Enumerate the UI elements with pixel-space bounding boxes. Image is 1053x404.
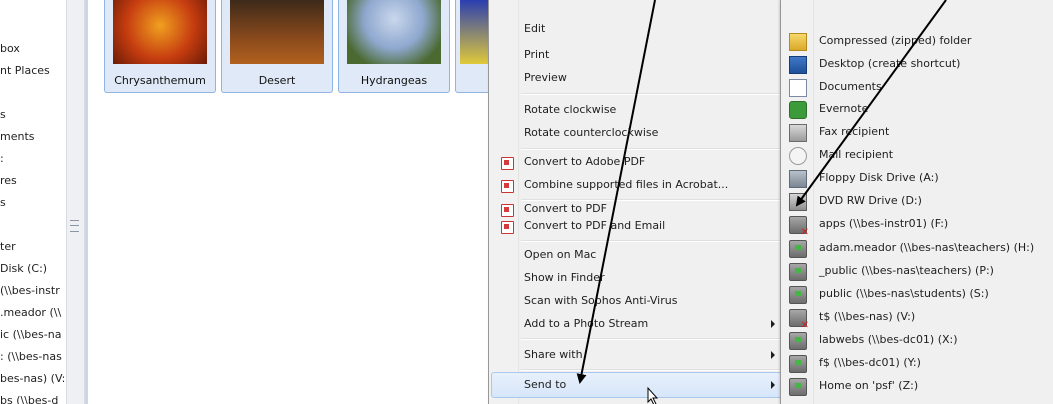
menu-item-rotate-counterclockwise[interactable]: Rotate counterclockwise [524,122,658,144]
menu-item-scan-sophos[interactable]: Scan with Sophos Anti-Virus [524,290,677,312]
file-name: Desert [258,74,296,87]
chrysanthemum-image [113,0,207,64]
file-thumbnail[interactable]: Chrysanthemum [104,0,216,93]
network-drive-icon [789,378,807,396]
menu-item-send-to[interactable]: Send to [524,374,566,396]
hydrangeas-image [347,0,441,64]
convert-pdf-icon [501,204,514,217]
nav-item[interactable]: (\\bes-instr [0,284,60,297]
fax-icon [789,124,807,142]
network-drive-disconnected-icon [789,309,809,331]
file-thumbnail[interactable]: Desert [221,0,333,93]
send-to-f-drive[interactable]: f$ (\\bes-dc01) (Y:) [819,352,921,374]
menu-item-print[interactable]: Print [524,44,549,66]
nav-item[interactable]: Disk (C:) [0,262,47,275]
network-drive-icon [789,286,807,304]
menu-separator [521,338,783,340]
network-drive-icon [789,263,807,281]
nav-item[interactable]: box [0,42,20,55]
menu-item-edit[interactable]: Edit [524,22,545,36]
send-to-submenu: Compressed (zipped) folder Desktop (crea… [780,0,1053,404]
nav-item[interactable]: nt Places [0,64,50,77]
menu-item-share-with[interactable]: Share with [524,344,583,366]
menu-item-preview[interactable]: Preview [524,67,567,89]
submenu-arrow-icon [771,351,775,359]
file-thumbnail[interactable]: Hydrangeas [338,0,450,93]
submenu-arrow-icon [771,381,775,389]
menu-item-open-on-mac[interactable]: Open on Mac [524,244,596,266]
nav-item[interactable]: : (\\bes-nas [0,350,62,363]
pane-border [85,0,88,404]
nav-item[interactable]: s [0,196,6,209]
nav-item[interactable]: s [0,108,6,121]
menu-separator [521,369,783,371]
nav-item[interactable]: .meador (\\ [0,306,61,319]
menu-separator [521,93,783,95]
network-drive-icon [789,332,807,350]
file-name: Hydrangeas [360,74,428,87]
nav-item[interactable]: : [0,152,4,165]
send-to-labwebs-drive[interactable]: labwebs (\\bes-dc01) (X:) [819,329,958,351]
send-to-dvd-drive[interactable]: DVD RW Drive (D:) [819,190,922,212]
network-drive-icon [789,240,807,258]
send-to-compressed-folder[interactable]: Compressed (zipped) folder [819,30,971,52]
send-to-floppy-drive[interactable]: Floppy Disk Drive (A:) [819,167,939,189]
menu-item-rotate-clockwise[interactable]: Rotate clockwise [524,99,616,121]
menu-item-convert-to-adobe-pdf[interactable]: Convert to Adobe PDF [524,151,645,173]
network-drive-disconnected-icon [789,216,809,238]
send-to-adam-meador-drive[interactable]: adam.meador (\\bes-nas\teachers) (H:) [819,237,1034,259]
send-to-desktop[interactable]: Desktop (create shortcut) [819,53,960,75]
convert-pdf-email-icon [501,221,514,234]
zip-folder-icon [789,33,807,51]
send-to-t-drive[interactable]: t$ (\\bes-nas) (V:) [819,306,915,328]
menu-separator [521,240,783,242]
file-name: Chrysanthemum [114,74,206,87]
nav-item[interactable]: res [0,174,17,187]
menu-item-add-to-photo-stream[interactable]: Add to a Photo Stream [524,313,648,335]
send-to-home-psf-drive[interactable]: Home on 'psf' (Z:) [819,375,918,397]
network-drive-icon [789,355,807,373]
acrobat-combine-icon [501,180,514,193]
send-to-documents[interactable]: Documents [819,76,882,98]
splitter-grip-icon[interactable] [70,220,79,232]
floppy-drive-icon [789,170,807,188]
menu-item-show-in-finder[interactable]: Show in Finder [524,267,605,289]
menu-separator [521,148,783,150]
send-to-public-teachers-drive[interactable]: _public (\\bes-nas\teachers) (P:) [819,260,994,282]
send-to-public-students-drive[interactable]: public (\\bes-nas\students) (S:) [819,283,989,305]
send-to-apps-drive[interactable]: apps (\\bes-instr01) (F:) [819,213,948,235]
nav-splitter[interactable] [66,0,85,404]
submenu-arrow-icon [771,320,775,328]
nav-item[interactable]: ter [0,240,16,253]
desktop-icon [789,56,807,74]
mail-icon [789,147,807,165]
menu-item-combine-in-acrobat[interactable]: Combine supported files in Acrobat... [524,174,728,196]
send-to-evernote[interactable]: Evernote [819,98,868,120]
send-to-fax-recipient[interactable]: Fax recipient [819,121,889,143]
dvd-drive-icon [789,193,807,211]
adobe-pdf-icon [501,157,514,170]
nav-item[interactable]: ments [0,130,35,143]
nav-item[interactable]: bs (\\bes-d [0,394,58,404]
menu-icon-gutter [489,0,519,404]
documents-icon [789,79,807,97]
menu-item-convert-to-pdf-email[interactable]: Convert to PDF and Email [524,215,665,237]
desert-image [230,0,324,64]
send-to-mail-recipient[interactable]: Mail recipient [819,144,893,166]
nav-item[interactable]: ic (\\bes-na [0,328,61,341]
context-menu: Edit Print Preview Rotate clockwise Rota… [488,0,787,404]
navigation-pane: box nt Places s ments : res s ter Disk (… [0,0,66,404]
evernote-icon [789,101,807,119]
nav-item[interactable]: bes-nas) (V: [0,372,65,385]
